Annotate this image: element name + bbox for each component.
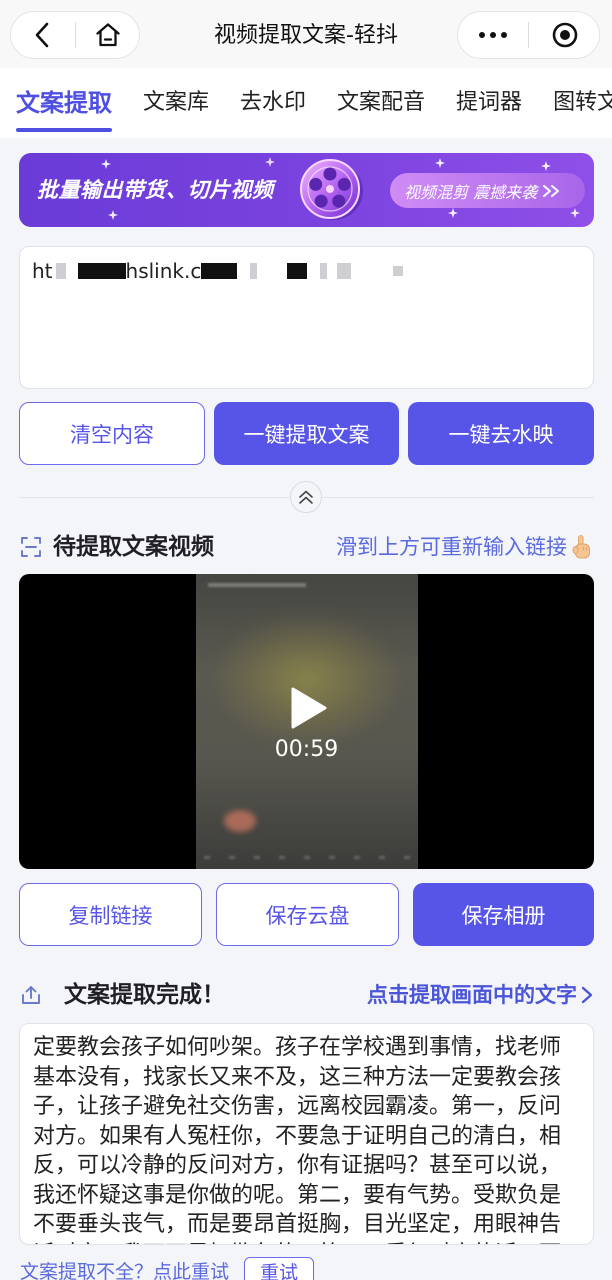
- banner-cta-pill[interactable]: 视频混剪 震撼来袭: [390, 173, 585, 208]
- video-section-title: 待提取文案视频: [53, 534, 214, 560]
- double-chevron-up-icon: [299, 490, 313, 504]
- tab-remove-watermark[interactable]: 去水印: [240, 68, 306, 138]
- tab-copy-library[interactable]: 文案库: [143, 68, 209, 138]
- tab-extract-copy[interactable]: 文案提取: [16, 68, 112, 138]
- save-cloud-button[interactable]: 保存云盘: [216, 883, 399, 946]
- redaction-block: [55, 263, 66, 279]
- extracted-copy-text: 定要教会孩子如何吵架。孩子在学校遇到事情，找老师基本没有，找家长又来不及，这三种…: [33, 1035, 562, 1244]
- more-dots-icon: [479, 32, 507, 38]
- chevron-left-icon: [35, 22, 49, 48]
- close-miniprogram-button[interactable]: [529, 12, 600, 58]
- remove-watermark-button[interactable]: 一键去水映: [408, 402, 594, 465]
- copy-link-button[interactable]: 复制链接: [19, 883, 202, 946]
- video-player[interactable]: 00:59: [19, 574, 594, 869]
- thumbnail-caption-blur: [208, 583, 306, 587]
- video-duration: 00:59: [274, 737, 339, 762]
- video-link-textarea[interactable]: ht hslink.c: [19, 246, 594, 389]
- save-album-button[interactable]: 保存相册: [413, 883, 594, 946]
- retry-button[interactable]: 重试: [244, 1257, 314, 1280]
- ocr-extract-link-text: 点击提取画面中的文字: [367, 983, 577, 1007]
- play-icon[interactable]: [290, 686, 328, 730]
- tab-voiceover[interactable]: 文案配音: [337, 68, 425, 138]
- top-nav-bar: 视频提取文案-轻抖: [0, 0, 612, 68]
- sparkle-icon: [541, 161, 551, 171]
- more-button[interactable]: [458, 12, 528, 58]
- double-chevron-right-icon: [543, 184, 560, 197]
- redaction-block: [201, 263, 238, 279]
- banner-cta-text: 视频混剪 震撼来袭: [404, 182, 538, 202]
- link-text-fragment: hslink.c: [125, 259, 202, 283]
- chevron-right-icon: [581, 986, 593, 1004]
- feature-tab-bar: 文案提取 文案库 去水印 文案配音 提词器 图转文: [0, 68, 612, 138]
- nav-capsule-right: [457, 11, 600, 59]
- upload-icon: [22, 986, 40, 1004]
- sparkle-icon: [435, 158, 445, 168]
- redaction-block: [393, 266, 404, 276]
- thumbnail-toolbar-blur: [204, 856, 410, 860]
- redaction-block: [320, 263, 328, 279]
- relink-hint-text: 滑到上方可重新输入链接: [336, 535, 567, 559]
- sparkle-icon: [108, 210, 118, 220]
- sparkle-icon: [101, 159, 111, 169]
- scan-frame-icon: [21, 537, 41, 557]
- clear-content-button[interactable]: 清空内容: [19, 402, 205, 465]
- banner-headline: 批量输出带货、切片视频: [37, 178, 274, 202]
- home-button[interactable]: [76, 12, 140, 58]
- extracted-copy-textarea[interactable]: 定要教会孩子如何吵架。孩子在学校遇到事情，找老师基本没有，找家长又来不及，这三种…: [19, 1023, 594, 1245]
- tab-teleprompter[interactable]: 提词器: [456, 68, 522, 138]
- redaction-block: [250, 263, 258, 279]
- redaction-block: [287, 263, 308, 279]
- target-circle-icon: [552, 22, 577, 48]
- result-section-title: 文案提取完成！: [64, 982, 225, 1008]
- retry-hint-link[interactable]: 文案提取不全？点此重试: [20, 1259, 229, 1280]
- sparkle-icon: [448, 208, 458, 218]
- link-text-prefix: ht: [32, 259, 53, 283]
- redaction-block: [337, 263, 352, 279]
- page-title: 视频提取文案-轻抖: [214, 23, 398, 48]
- redaction-block: [77, 263, 126, 279]
- home-icon: [96, 23, 120, 47]
- sparkle-icon: [265, 157, 275, 167]
- ocr-extract-link[interactable]: 点击提取画面中的文字: [367, 980, 594, 1010]
- extract-copy-button[interactable]: 一键提取文案: [214, 402, 399, 465]
- nav-capsule-left: [10, 11, 140, 59]
- sparkle-icon: [570, 208, 580, 218]
- film-reel-icon: [300, 159, 363, 220]
- pointing-up-hand-icon: [572, 535, 590, 559]
- back-button[interactable]: [11, 12, 75, 58]
- thumbnail-object-blur: [224, 810, 256, 832]
- relink-hint[interactable]: 滑到上方可重新输入链接: [336, 532, 594, 562]
- promo-banner[interactable]: 批量输出带货、切片视频 视频混剪 震撼来袭: [19, 153, 594, 227]
- retry-button-viewport: 重试: [244, 1257, 316, 1280]
- tab-image-to-text[interactable]: 图转文: [553, 68, 612, 138]
- collapse-toggle[interactable]: [290, 481, 322, 513]
